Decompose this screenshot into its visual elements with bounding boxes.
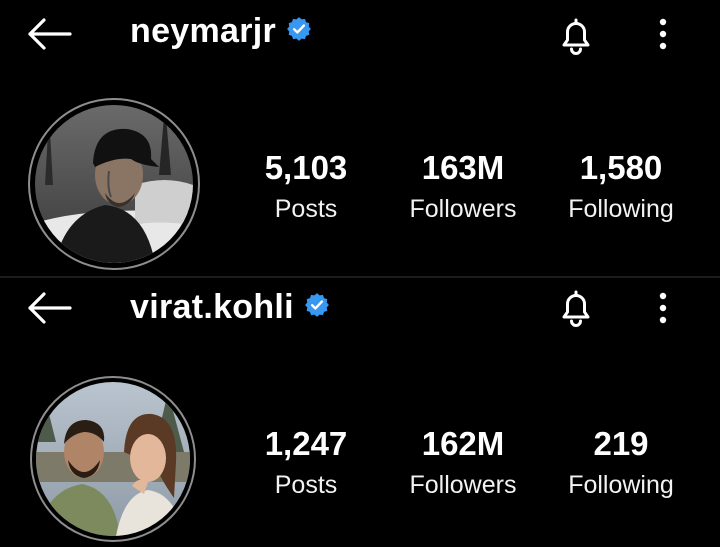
- stat-posts-label: Posts: [274, 471, 338, 499]
- verified-badge-icon: [286, 12, 312, 51]
- stat-followers-label: Followers: [409, 195, 517, 223]
- arrow-left-icon: [28, 292, 72, 324]
- verified-badge-icon: [304, 288, 330, 327]
- notifications-button[interactable]: [555, 14, 597, 61]
- stat-following-value: 219: [593, 425, 649, 462]
- notifications-button[interactable]: [555, 286, 597, 333]
- bell-icon: [562, 290, 590, 327]
- more-options-button[interactable]: [655, 288, 671, 333]
- stat-posts[interactable]: 1,247 Posts: [236, 426, 376, 500]
- stat-followers-value: 162M: [421, 425, 505, 462]
- stat-posts-value: 5,103: [264, 149, 348, 186]
- stat-following[interactable]: 219 Following: [551, 426, 691, 500]
- username-text: neymarjr: [130, 12, 277, 50]
- stat-posts-label: Posts: [274, 195, 338, 223]
- profile-username: neymarjr: [130, 12, 312, 51]
- stat-followers-value: 163M: [421, 149, 505, 186]
- profile-header-neymarjr: neymarjr 5,103 Posts 163M Followers 1,58…: [0, 0, 720, 276]
- stat-followers-label: Followers: [409, 471, 517, 499]
- stat-following[interactable]: 1,580 Following: [551, 150, 691, 224]
- profile-username: virat.kohli: [130, 288, 330, 327]
- username-text: virat.kohli: [130, 288, 294, 326]
- profile-avatar[interactable]: [30, 376, 196, 542]
- avatar-image: [35, 105, 193, 263]
- bell-icon: [562, 18, 590, 55]
- back-button[interactable]: [26, 292, 72, 324]
- arrow-left-icon: [28, 18, 72, 50]
- stat-following-value: 1,580: [579, 149, 663, 186]
- more-options-button[interactable]: [655, 14, 671, 59]
- stat-following-label: Following: [568, 195, 674, 223]
- stat-followers[interactable]: 163M Followers: [393, 150, 533, 224]
- stat-posts-value: 1,247: [264, 425, 348, 462]
- avatar-image: [36, 382, 190, 536]
- stat-posts[interactable]: 5,103 Posts: [236, 150, 376, 224]
- stat-following-label: Following: [568, 471, 674, 499]
- back-button[interactable]: [26, 18, 72, 50]
- profile-header-virat-kohli: virat.kohli 1,247 Posts 162M Followers 2…: [0, 278, 720, 547]
- profile-avatar[interactable]: [28, 98, 200, 270]
- stat-followers[interactable]: 162M Followers: [393, 426, 533, 500]
- more-vertical-icon: [659, 292, 667, 324]
- more-vertical-icon: [659, 18, 667, 50]
